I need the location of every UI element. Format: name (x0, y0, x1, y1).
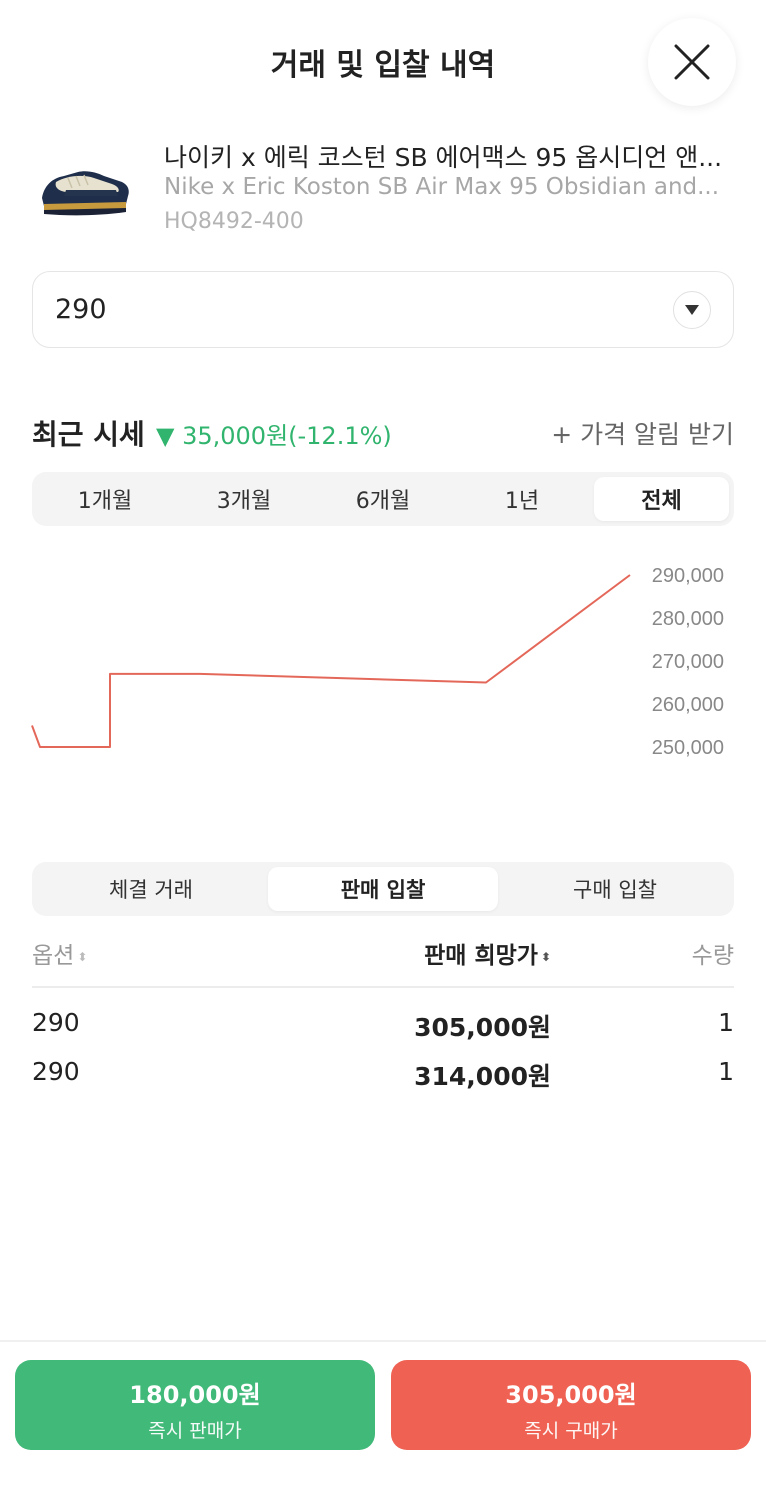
tab-sell-bids[interactable]: 판매 입찰 (268, 867, 498, 911)
product-image (42, 171, 129, 216)
tab-completed-trades[interactable]: 체결 거래 (36, 867, 266, 911)
row-price: 305,000원 (414, 1013, 551, 1042)
bottom-sheet: 거래 및 입찰 내역 나이키 x 에릭 코스턴 SB 에어맥스 95 옵시디언 … (0, 0, 766, 1500)
table-divider (32, 986, 734, 988)
price-line (31, 574, 631, 748)
price-chart: 290,000 280,000 270,000 260,000 250,000 (31, 565, 724, 759)
y-tick-label: 280,000 (652, 608, 724, 630)
row-qty: 1 (718, 1008, 734, 1037)
period-tab-1y[interactable]: 1년 (453, 477, 591, 521)
sort-icon: ⬍ (77, 949, 88, 964)
row-price: 314,000원 (414, 1062, 551, 1091)
recent-price-label: 최근 시세 (32, 418, 145, 451)
y-tick-label: 260,000 (652, 694, 724, 716)
recent-price-change: ▼ 35,000원(-12.1%) (156, 422, 392, 450)
product-name-en: Nike x Eric Koston SB Air Max 95 Obsidia… (164, 174, 720, 200)
y-tick-label: 270,000 (652, 651, 724, 673)
y-tick-label: 250,000 (652, 737, 724, 759)
chevron-down-icon (673, 291, 711, 329)
column-header-price[interactable]: 판매 희망가 ⬍ (424, 936, 551, 970)
column-header-option-label: 옵션 (32, 943, 75, 969)
row-option: 290 (32, 1008, 80, 1037)
product-summary: 나이키 x 에릭 코스턴 SB 에어맥스 95 옵시디언 앤... Nike x… (32, 132, 734, 242)
period-tab-1m[interactable]: 1개월 (36, 477, 174, 521)
instant-sell-button[interactable]: 180,000원 즉시 판매가 (15, 1360, 375, 1450)
bottom-divider (0, 1340, 766, 1342)
price-alert-button[interactable]: + 가격 알림 받기 (551, 415, 734, 451)
table-row: 290 305,000원 1 (32, 1008, 734, 1048)
size-select[interactable]: 290 (32, 271, 734, 348)
column-header-option[interactable]: 옵션 ⬍ (32, 936, 87, 970)
size-select-value: 290 (55, 294, 107, 325)
instant-buy-price: 305,000원 (505, 1381, 637, 1409)
row-qty: 1 (718, 1057, 734, 1086)
period-tab-all[interactable]: 전체 (594, 477, 729, 521)
product-name-ko: 나이키 x 에릭 코스턴 SB 에어맥스 95 옵시디언 앤... (164, 143, 723, 172)
column-header-price-label: 판매 희망가 (424, 943, 538, 969)
close-icon (674, 44, 710, 80)
tab-buy-bids[interactable]: 구매 입찰 (500, 867, 730, 911)
instant-sell-label: 즉시 판매가 (148, 1420, 242, 1442)
sort-icon: ⬍ (540, 949, 551, 964)
period-tab-6m[interactable]: 6개월 (314, 477, 452, 521)
column-header-qty: 수량 (691, 943, 734, 969)
period-selector: 1개월 3개월 6개월 1년 전체 (32, 472, 734, 526)
instant-buy-label: 즉시 구매가 (524, 1420, 618, 1442)
table-row: 290 314,000원 1 (32, 1057, 734, 1097)
period-tab-3m[interactable]: 3개월 (175, 477, 313, 521)
y-tick-label: 290,000 (652, 565, 724, 587)
product-code: HQ8492-400 (164, 209, 304, 234)
trade-tabs: 체결 거래 판매 입찰 구매 입찰 (32, 862, 734, 916)
row-option: 290 (32, 1057, 80, 1086)
close-button[interactable] (648, 18, 736, 106)
instant-sell-price: 180,000원 (129, 1381, 261, 1409)
instant-buy-button[interactable]: 305,000원 즉시 구매가 (391, 1360, 751, 1450)
